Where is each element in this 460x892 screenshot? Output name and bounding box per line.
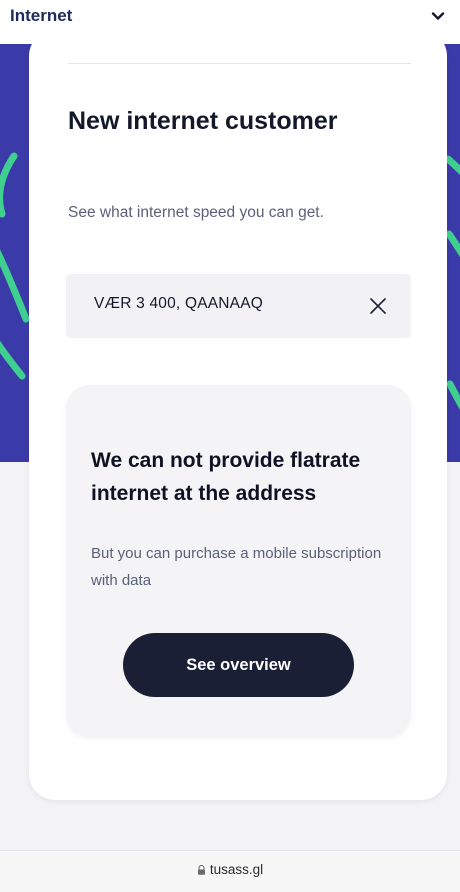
page-subtitle: See what internet speed you can get.: [68, 204, 324, 221]
lock-icon: [197, 865, 205, 875]
nav-title[interactable]: Internet: [10, 6, 72, 26]
browser-url-bar[interactable]: tusass.gl: [0, 850, 460, 892]
divider: [68, 63, 411, 64]
top-nav-bar[interactable]: Internet: [0, 0, 460, 44]
address-input[interactable]: VÆR 3 400, QAANAAQ: [66, 274, 411, 338]
url-container[interactable]: tusass.gl: [0, 862, 460, 877]
address-value[interactable]: VÆR 3 400, QAANAAQ: [94, 295, 263, 313]
see-overview-button[interactable]: See overview: [123, 633, 354, 697]
result-title: We can not provide flatrate internet at …: [91, 449, 361, 505]
result-description: But you can purchase a mobile subscripti…: [91, 545, 382, 589]
url-text[interactable]: tusass.gl: [210, 862, 263, 877]
page-title: New internet customer: [68, 107, 338, 135]
result-card: We can not provide flatrate internet at …: [66, 385, 411, 737]
close-icon[interactable]: [368, 296, 388, 316]
chevron-down-icon[interactable]: [430, 8, 446, 24]
